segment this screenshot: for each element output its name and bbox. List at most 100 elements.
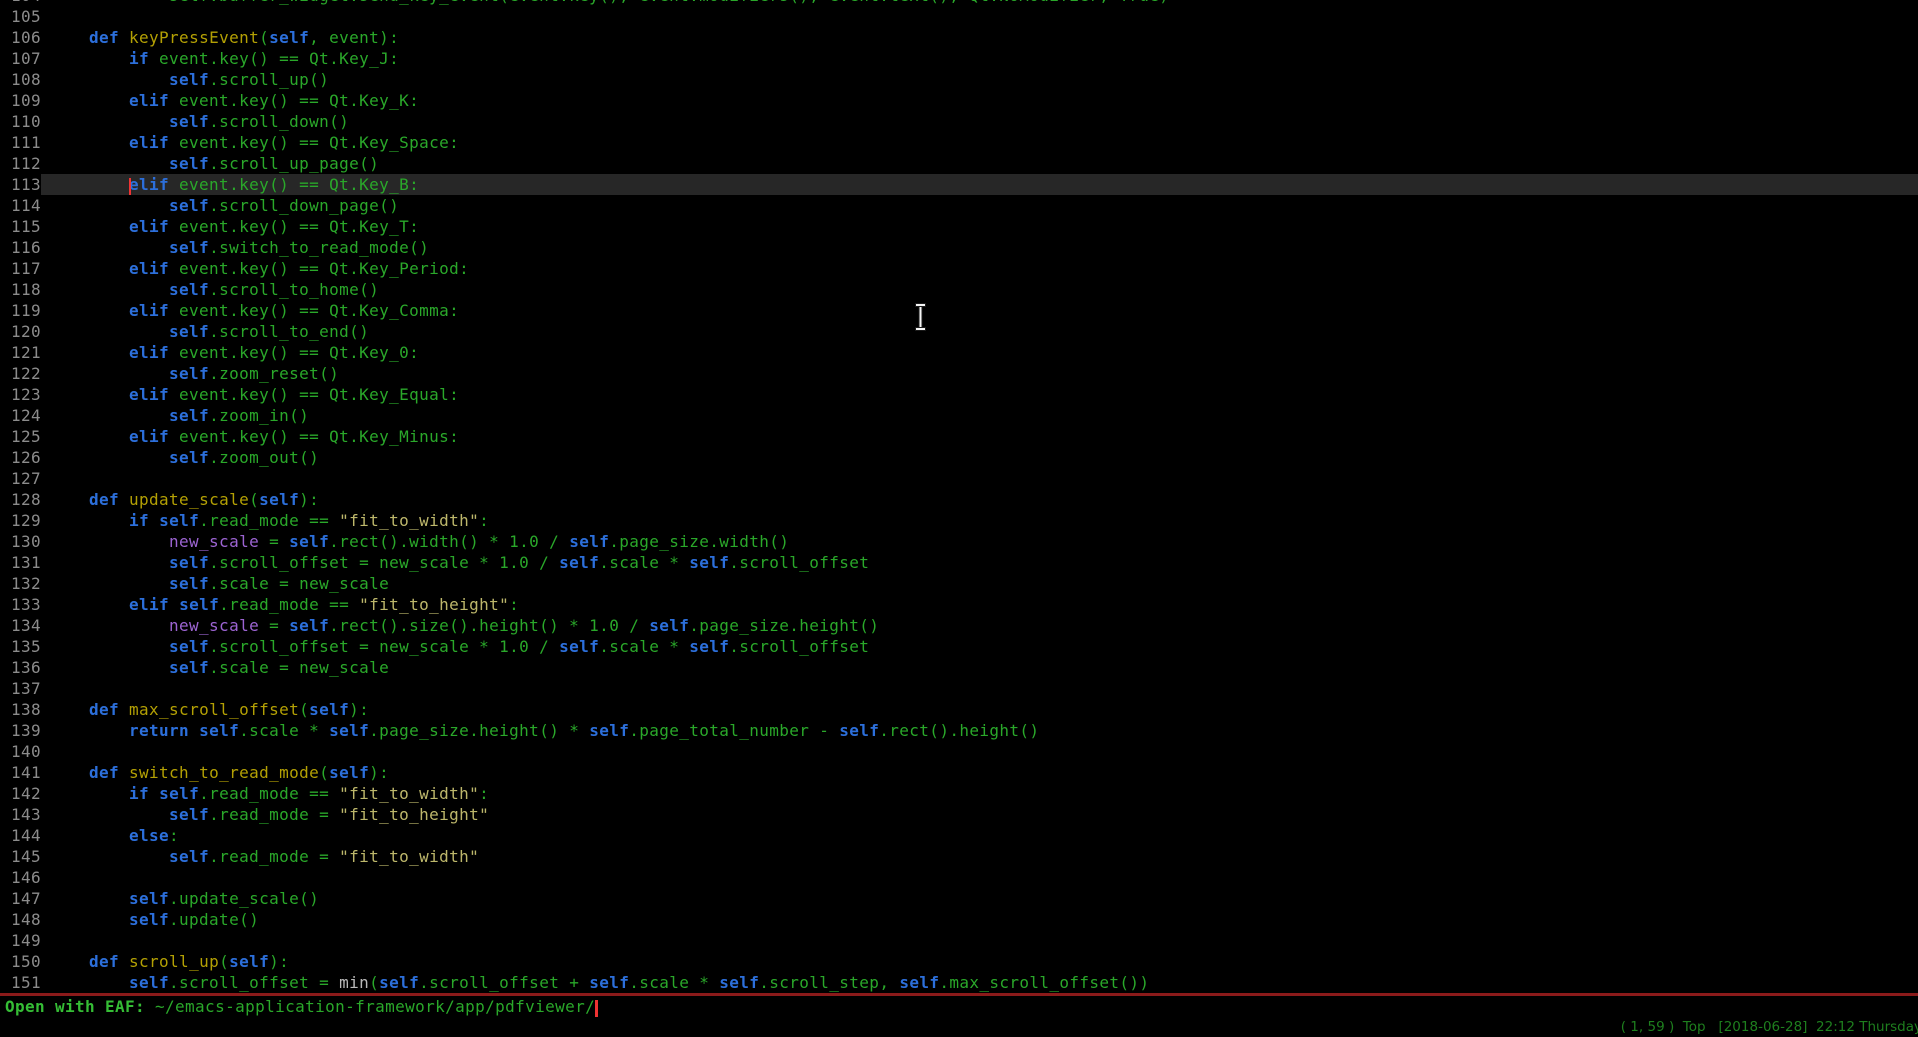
code-line[interactable]: 111 elif event.key() == Qt.Key_Space:: [0, 132, 1918, 153]
code-buffer[interactable]: 104 self.buffer_widget.send_key_event(ev…: [0, 0, 1918, 996]
ibeam-mouse-cursor: [913, 302, 929, 338]
code-line[interactable]: 131 self.scroll_offset = new_scale * 1.0…: [0, 552, 1918, 573]
code-line[interactable]: 132 self.scale = new_scale: [0, 573, 1918, 594]
code-line[interactable]: 109 elif event.key() == Qt.Key_K:: [0, 90, 1918, 111]
line-number: 109: [0, 90, 41, 111]
code-line[interactable]: 151 self.scroll_offset = min(self.scroll…: [0, 972, 1918, 993]
code-line-text: elif event.key() == Qt.Key_Equal:: [41, 384, 1918, 405]
line-number: 140: [0, 741, 41, 762]
code-line-text: if self.read_mode == "fit_to_width":: [41, 783, 1918, 804]
code-line-text: self.scroll_to_home(): [41, 279, 1918, 300]
code-line[interactable]: 142 if self.read_mode == "fit_to_width":: [0, 783, 1918, 804]
line-number: 133: [0, 594, 41, 615]
code-line[interactable]: 146: [0, 867, 1918, 888]
code-line[interactable]: 119 elif event.key() == Qt.Key_Comma:: [0, 300, 1918, 321]
code-line[interactable]: 135 self.scroll_offset = new_scale * 1.0…: [0, 636, 1918, 657]
code-line-text: elif event.key() == Qt.Key_B:: [41, 174, 1918, 195]
mini-modeline: ( 1, 59 ) Top [2018-06-28] 22:12 Thursda…: [0, 1017, 1918, 1037]
code-line[interactable]: 124 self.zoom_in(): [0, 405, 1918, 426]
line-number: 123: [0, 384, 41, 405]
code-line-text: elif event.key() == Qt.Key_Space:: [41, 132, 1918, 153]
code-line-text: def switch_to_read_mode(self):: [41, 762, 1918, 783]
code-line[interactable]: 122 self.zoom_reset(): [0, 363, 1918, 384]
code-line-text: self.scroll_to_end(): [41, 321, 1918, 342]
line-number: 131: [0, 552, 41, 573]
line-number: 151: [0, 972, 41, 993]
code-line[interactable]: 126 self.zoom_out(): [0, 447, 1918, 468]
code-line[interactable]: 106 def keyPressEvent(self, event):: [0, 27, 1918, 48]
code-line[interactable]: 120 self.scroll_to_end(): [0, 321, 1918, 342]
code-line-text: new_scale = self.rect().width() * 1.0 / …: [41, 531, 1918, 552]
code-line[interactable]: 149: [0, 930, 1918, 951]
code-line-text: self.scale = new_scale: [41, 573, 1918, 594]
code-line[interactable]: 150 def scroll_up(self):: [0, 951, 1918, 972]
code-line-text: if self.read_mode == "fit_to_width":: [41, 510, 1918, 531]
code-line-text: elif event.key() == Qt.Key_Minus:: [41, 426, 1918, 447]
code-line-text: else:: [41, 825, 1918, 846]
line-number: 143: [0, 804, 41, 825]
code-line[interactable]: 107 if event.key() == Qt.Key_J:: [0, 48, 1918, 69]
code-line[interactable]: 138 def max_scroll_offset(self):: [0, 699, 1918, 720]
code-line[interactable]: 130 new_scale = self.rect().width() * 1.…: [0, 531, 1918, 552]
code-line[interactable]: 117 elif event.key() == Qt.Key_Period:: [0, 258, 1918, 279]
line-number: 137: [0, 678, 41, 699]
code-line[interactable]: 137: [0, 678, 1918, 699]
line-number: 122: [0, 363, 41, 384]
code-line-text: self.zoom_in(): [41, 405, 1918, 426]
code-line-text: elif event.key() == Qt.Key_0:: [41, 342, 1918, 363]
code-line-text: [41, 930, 1918, 951]
code-line-text: if event.key() == Qt.Key_J:: [41, 48, 1918, 69]
code-line[interactable]: 112 self.scroll_up_page(): [0, 153, 1918, 174]
code-line[interactable]: 127: [0, 468, 1918, 489]
code-line[interactable]: 145 self.read_mode = "fit_to_width": [0, 846, 1918, 867]
code-line-text: [41, 867, 1918, 888]
line-number: 145: [0, 846, 41, 867]
code-line[interactable]: 118 self.scroll_to_home(): [0, 279, 1918, 300]
modeline-position-info: ( 1, 59 ) Top [2018-06-28] 22:12 Thursda…: [1621, 1017, 1918, 1037]
line-number: 144: [0, 825, 41, 846]
code-line[interactable]: 129 if self.read_mode == "fit_to_width":: [0, 510, 1918, 531]
code-line-text: self.scroll_offset = new_scale * 1.0 / s…: [41, 552, 1918, 573]
code-line-text: [41, 468, 1918, 489]
minibuffer-input[interactable]: ~/emacs-application-framework/app/pdfvie…: [155, 997, 595, 1016]
code-line[interactable]: 116 self.switch_to_read_mode(): [0, 237, 1918, 258]
code-line-text: self.scroll_up(): [41, 69, 1918, 90]
code-line[interactable]: 144 else:: [0, 825, 1918, 846]
code-line[interactable]: 133 elif self.read_mode == "fit_to_heigh…: [0, 594, 1918, 615]
line-number: 138: [0, 699, 41, 720]
code-line-text: def max_scroll_offset(self):: [41, 699, 1918, 720]
line-number: 130: [0, 531, 41, 552]
code-line[interactable]: 134 new_scale = self.rect().size().heigh…: [0, 615, 1918, 636]
line-number: 142: [0, 783, 41, 804]
line-number: 105: [0, 6, 41, 27]
code-line[interactable]: 148 self.update(): [0, 909, 1918, 930]
code-line[interactable]: 141 def switch_to_read_mode(self):: [0, 762, 1918, 783]
line-number: 108: [0, 69, 41, 90]
code-line[interactable]: 113 elif event.key() == Qt.Key_B:: [0, 174, 1918, 195]
code-line[interactable]: 123 elif event.key() == Qt.Key_Equal:: [0, 384, 1918, 405]
minibuffer[interactable]: Open with EAF: ~/emacs-application-frame…: [0, 996, 1918, 1017]
code-line[interactable]: 108 self.scroll_up(): [0, 69, 1918, 90]
echo-area: Open with EAF: ~/emacs-application-frame…: [0, 996, 1918, 1037]
code-line-text: elif event.key() == Qt.Key_K:: [41, 90, 1918, 111]
code-line-text: [41, 6, 1918, 27]
code-line-text: self.zoom_out(): [41, 447, 1918, 468]
code-line[interactable]: 125 elif event.key() == Qt.Key_Minus:: [0, 426, 1918, 447]
code-line[interactable]: 136 self.scale = new_scale: [0, 657, 1918, 678]
line-number: 146: [0, 867, 41, 888]
code-line[interactable]: 105: [0, 6, 1918, 27]
line-number: 126: [0, 447, 41, 468]
code-line[interactable]: 121 elif event.key() == Qt.Key_0:: [0, 342, 1918, 363]
code-line-text: self.scroll_down_page(): [41, 195, 1918, 216]
line-number: 114: [0, 195, 41, 216]
code-line[interactable]: 143 self.read_mode = "fit_to_height": [0, 804, 1918, 825]
code-line[interactable]: 139 return self.scale * self.page_size.h…: [0, 720, 1918, 741]
line-number: 121: [0, 342, 41, 363]
code-line[interactable]: 114 self.scroll_down_page(): [0, 195, 1918, 216]
code-line[interactable]: 140: [0, 741, 1918, 762]
code-line[interactable]: 110 self.scroll_down(): [0, 111, 1918, 132]
code-line-text: elif event.key() == Qt.Key_T:: [41, 216, 1918, 237]
code-line[interactable]: 128 def update_scale(self):: [0, 489, 1918, 510]
code-line[interactable]: 115 elif event.key() == Qt.Key_T:: [0, 216, 1918, 237]
code-line[interactable]: 147 self.update_scale(): [0, 888, 1918, 909]
